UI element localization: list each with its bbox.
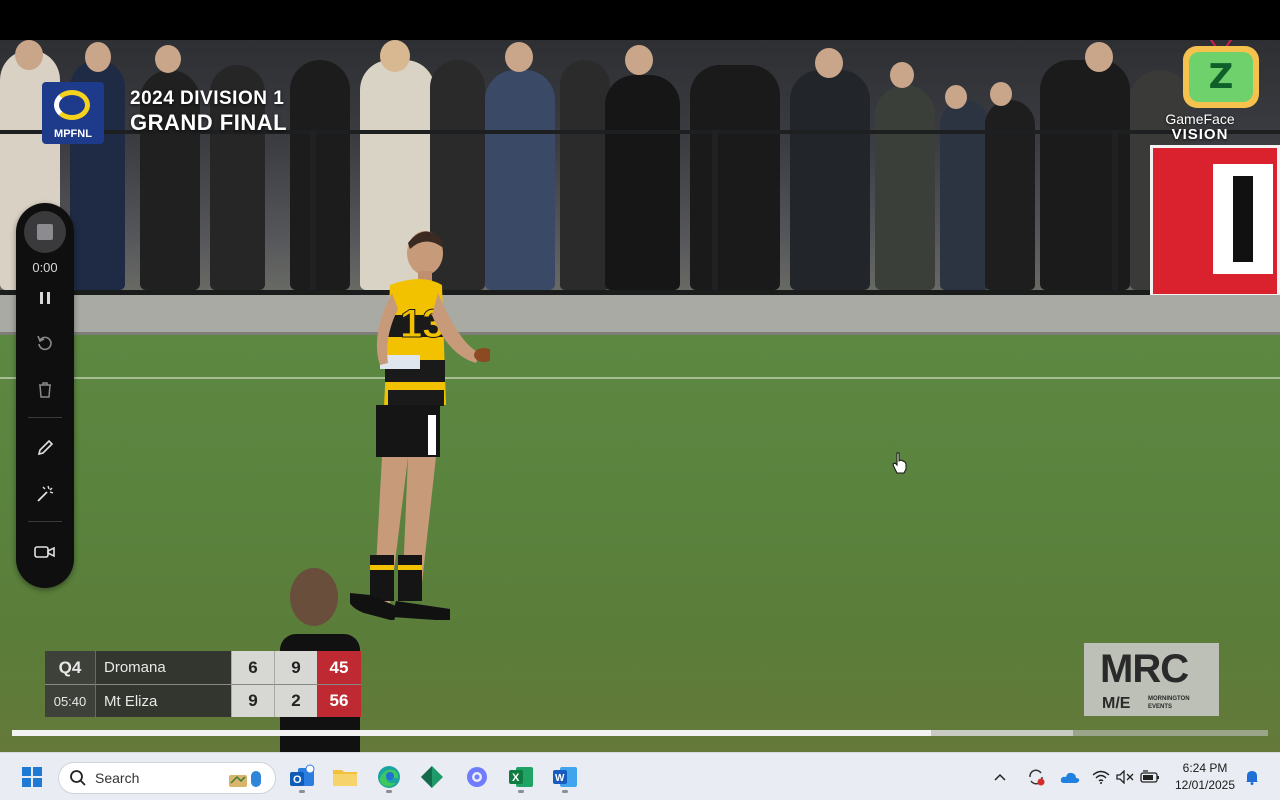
channel-line2: VISION <box>1171 125 1229 143</box>
onedrive-cloud-icon[interactable] <box>1058 761 1082 793</box>
pen-icon[interactable] <box>30 433 60 463</box>
windows-taskbar: Search O X W 6:24 PM 12/01/2025 <box>0 752 1280 800</box>
score-row: 05:40 Mt Eliza 9 2 56 <box>45 684 361 717</box>
total-score: 45 <box>317 651 361 684</box>
clock[interactable]: 6:24 PM 12/01/2025 <box>1170 760 1240 794</box>
pause-icon[interactable] <box>30 283 60 313</box>
behinds: 2 <box>274 684 317 717</box>
highlighter-effects-icon[interactable] <box>30 479 60 509</box>
wifi-icon[interactable] <box>1090 761 1112 793</box>
player-figure: 13 <box>350 231 490 620</box>
team-name: Mt Eliza <box>95 684 231 717</box>
screen: 13 MPFNL 2024 DIVISION 1 GRAND FINAL Z G… <box>0 0 1280 800</box>
screen-recorder-toolbar: 0:00 <box>16 203 74 588</box>
word-icon[interactable]: W <box>549 761 581 793</box>
score-row: Q4 Dromana 6 9 45 <box>45 651 361 684</box>
camera-icon[interactable] <box>30 537 60 567</box>
svg-text:X: X <box>512 772 520 784</box>
total-score: 56 <box>317 684 361 717</box>
crowd-background <box>0 40 1280 330</box>
game-clock: 05:40 <box>45 684 95 717</box>
notification-bell-icon[interactable] <box>1240 761 1264 793</box>
settings-app-icon[interactable] <box>461 761 493 793</box>
match-title-line1: 2024 DIVISION 1 <box>130 88 285 109</box>
recording-elapsed-time: 0:00 <box>32 260 58 275</box>
svg-text:W: W <box>555 773 565 784</box>
field-line <box>0 377 1280 379</box>
goals: 9 <box>231 684 274 717</box>
behinds: 9 <box>274 651 317 684</box>
channel-line1: GameFace <box>1165 111 1235 127</box>
taskbar-search-box[interactable]: Search <box>58 762 276 794</box>
search-label: Search <box>95 770 140 786</box>
boundary-wall <box>0 295 1280 335</box>
mrc-sponsor-logo: MRC M/E MORNINGTON EVENTS <box>1084 643 1219 716</box>
outlook-icon[interactable]: O <box>286 761 318 793</box>
svg-text:O: O <box>293 774 302 786</box>
battery-icon[interactable] <box>1138 761 1162 793</box>
delete-icon[interactable] <box>30 375 60 405</box>
video-progress-bar[interactable] <box>12 730 1268 736</box>
scoreboard: Q4 Dromana 6 9 45 05:40 Mt Eliza 9 2 56 <box>45 651 361 717</box>
goals: 6 <box>231 651 274 684</box>
file-explorer-icon[interactable] <box>329 761 361 793</box>
sync-icon[interactable] <box>1024 761 1048 793</box>
excel-icon[interactable]: X <box>505 761 537 793</box>
advertising-banner <box>1150 145 1280 297</box>
clock-time: 6:24 PM <box>1182 761 1228 775</box>
quarter: Q4 <box>45 651 95 684</box>
search-icon <box>70 770 86 786</box>
chevron-up-icon[interactable] <box>990 761 1010 793</box>
stop-recording-button[interactable] <box>24 211 66 253</box>
tv-icon: Z <box>1183 46 1259 108</box>
clock-date: 12/01/2025 <box>1174 778 1236 792</box>
match-title-line2: GRAND FINAL <box>130 110 288 135</box>
volume-muted-icon[interactable] <box>1114 761 1136 793</box>
windows-start-icon[interactable] <box>16 761 48 793</box>
hand-cursor-icon <box>892 452 907 474</box>
edge-browser-icon[interactable] <box>373 761 405 793</box>
mpfnl-logo: MPFNL <box>42 82 104 144</box>
progress-played <box>12 730 932 736</box>
restart-icon[interactable] <box>30 328 60 358</box>
competition-bug: MPFNL 2024 DIVISION 1 GRAND FINAL <box>42 82 287 144</box>
search-highlight-icon <box>229 771 261 787</box>
diamond-app-icon[interactable] <box>416 761 448 793</box>
letterbox-top <box>0 0 1280 40</box>
video-player[interactable]: 13 MPFNL 2024 DIVISION 1 GRAND FINAL Z G… <box>0 40 1280 752</box>
gameface-vision-logo: Z GameFace VISION <box>1150 40 1260 150</box>
team-name: Dromana <box>95 651 231 684</box>
